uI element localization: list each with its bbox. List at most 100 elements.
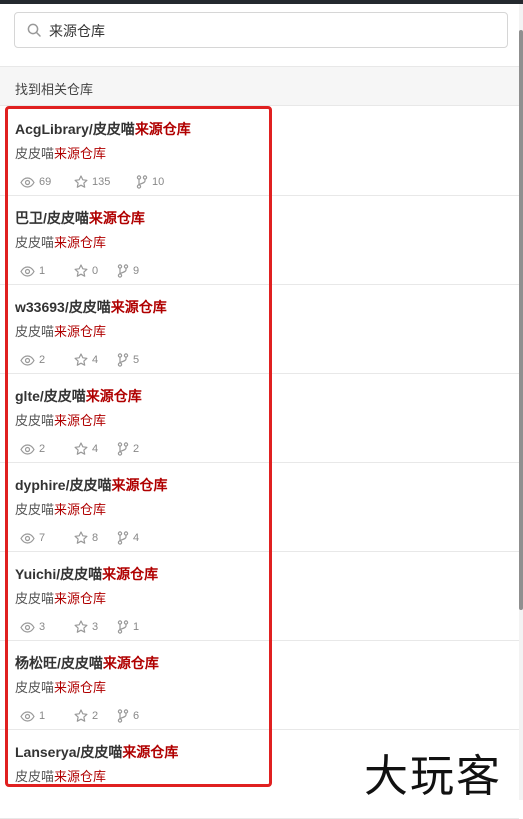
repo-description-prefix: 皮皮喵 — [15, 413, 55, 428]
fork-count: 4 — [133, 532, 140, 544]
repo-description: 皮皮喵来源仓库 — [15, 321, 106, 340]
repo-owner: glte — [15, 388, 40, 404]
repo-list-item[interactable]: dyphire/皮皮喵来源仓库 皮皮喵来源仓库 7 8 4 — [0, 463, 519, 552]
fork-stat[interactable]: 5 — [117, 352, 139, 368]
repo-description-highlight: 来源仓库 — [54, 591, 107, 606]
repo-list-item[interactable]: glte/皮皮喵来源仓库 皮皮喵来源仓库 2 4 2 — [0, 374, 519, 463]
repo-name-highlight: 来源仓库 — [85, 388, 142, 404]
fork-stat[interactable]: 6 — [117, 708, 139, 724]
repo-description-highlight: 来源仓库 — [54, 413, 107, 428]
repo-name-prefix: 皮皮喵 — [46, 210, 89, 226]
scrollbar-thumb[interactable] — [519, 30, 523, 610]
star-icon — [74, 353, 92, 367]
star-stat[interactable]: 135 — [74, 174, 110, 190]
repo-title-link[interactable]: Lanserya/皮皮喵来源仓库 — [15, 742, 178, 762]
repo-name-prefix: 皮皮喵 — [92, 121, 135, 137]
star-icon — [74, 264, 92, 278]
star-stat[interactable]: 3 — [74, 619, 98, 635]
eye-icon — [20, 354, 39, 366]
repo-title-link[interactable]: AcgLibrary/皮皮喵来源仓库 — [15, 119, 191, 139]
repo-title-link[interactable]: 巴卫/皮皮喵来源仓库 — [15, 208, 145, 228]
repo-owner: 巴卫 — [15, 210, 43, 226]
repo-list-item[interactable]: 巴卫/皮皮喵来源仓库 皮皮喵来源仓库 1 0 9 — [0, 196, 519, 285]
fork-icon — [117, 620, 133, 634]
eye-icon — [20, 176, 39, 188]
star-icon — [74, 620, 92, 634]
watch-count: 7 — [39, 532, 46, 544]
repo-title-link[interactable]: w33693/皮皮喵来源仓库 — [15, 297, 167, 317]
repo-description-highlight: 来源仓库 — [54, 146, 107, 161]
watch-count: 1 — [39, 265, 46, 277]
fork-count: 2 — [133, 443, 140, 455]
watch-count: 3 — [39, 621, 46, 633]
search-box[interactable] — [14, 12, 508, 49]
top-bar — [0, 0, 523, 4]
star-count: 0 — [92, 265, 99, 277]
search-input[interactable] — [47, 13, 501, 49]
repo-name-highlight: 来源仓库 — [102, 566, 159, 582]
star-icon — [74, 709, 92, 723]
watch-stat[interactable]: 1 — [20, 708, 45, 724]
repo-description-prefix: 皮皮喵 — [15, 146, 55, 161]
results-heading-bar: 找到相关仓库 — [0, 66, 519, 106]
repo-description-highlight: 来源仓库 — [54, 235, 107, 250]
repo-description-prefix: 皮皮喵 — [15, 769, 55, 784]
watch-count: 2 — [39, 354, 46, 366]
star-count: 135 — [92, 176, 111, 188]
star-stat[interactable]: 8 — [74, 530, 98, 546]
fork-icon — [117, 531, 133, 545]
repo-result-list: AcgLibrary/皮皮喵来源仓库 皮皮喵来源仓库 69 135 10 巴卫/皮皮喵来源… — [0, 107, 519, 819]
star-stat[interactable]: 2 — [74, 708, 98, 724]
repo-description-prefix: 皮皮喵 — [15, 502, 55, 517]
watch-stat[interactable]: 69 — [20, 174, 51, 190]
star-count: 2 — [92, 710, 99, 722]
repo-title-link[interactable]: 杨松旺/皮皮喵来源仓库 — [15, 653, 159, 673]
repo-list-item[interactable]: 杨松旺/皮皮喵来源仓库 皮皮喵来源仓库 1 2 6 — [0, 641, 519, 730]
fork-stat[interactable]: 10 — [136, 174, 164, 190]
fork-stat[interactable]: 2 — [117, 441, 139, 457]
watch-stat[interactable]: 3 — [20, 619, 45, 635]
repo-list-item[interactable]: AcgLibrary/皮皮喵来源仓库 皮皮喵来源仓库 69 135 10 — [0, 107, 519, 196]
repo-description-prefix: 皮皮喵 — [15, 235, 55, 250]
repo-description-highlight: 来源仓库 — [54, 769, 107, 784]
repo-description-highlight: 来源仓库 — [54, 680, 107, 695]
repo-name-highlight: 来源仓库 — [134, 121, 191, 137]
repo-name-highlight: 来源仓库 — [122, 744, 179, 760]
repo-description: 皮皮喵来源仓库 — [15, 143, 106, 162]
eye-icon — [20, 265, 39, 277]
fork-stat[interactable]: 9 — [117, 263, 139, 279]
repo-title-link[interactable]: Yuichi/皮皮喵来源仓库 — [15, 564, 158, 584]
watch-stat[interactable]: 2 — [20, 352, 45, 368]
star-count: 3 — [92, 621, 99, 633]
watch-stat[interactable]: 2 — [20, 441, 45, 457]
repo-list-item[interactable]: w33693/皮皮喵来源仓库 皮皮喵来源仓库 2 4 5 — [0, 285, 519, 374]
star-stat[interactable]: 4 — [74, 352, 98, 368]
repo-description: 皮皮喵来源仓库 — [15, 410, 106, 429]
repo-list-item[interactable]: Yuichi/皮皮喵来源仓库 皮皮喵来源仓库 3 3 1 — [0, 552, 519, 641]
star-stat[interactable]: 0 — [74, 263, 98, 279]
repo-name-prefix: 皮皮喵 — [80, 744, 123, 760]
fork-stat[interactable]: 1 — [117, 619, 139, 635]
repo-owner: w33693 — [15, 299, 65, 315]
repo-owner: Lanserya — [15, 744, 77, 760]
fork-stat[interactable]: 4 — [117, 530, 139, 546]
repo-name-highlight: 来源仓库 — [102, 655, 159, 671]
star-icon — [74, 531, 92, 545]
fork-icon — [117, 442, 133, 456]
watermark-logo: 大玩客 — [364, 751, 502, 802]
watch-stat[interactable]: 7 — [20, 530, 45, 546]
star-count: 4 — [92, 443, 99, 455]
search-icon — [27, 23, 41, 37]
eye-icon — [20, 621, 39, 633]
repo-title-link[interactable]: glte/皮皮喵来源仓库 — [15, 386, 142, 406]
fork-count: 9 — [133, 265, 140, 277]
eye-icon — [20, 710, 39, 722]
repo-name-prefix: 皮皮喵 — [60, 566, 103, 582]
eye-icon — [20, 532, 39, 544]
repo-title-link[interactable]: dyphire/皮皮喵来源仓库 — [15, 475, 167, 495]
fork-count: 5 — [133, 354, 140, 366]
watch-stat[interactable]: 1 — [20, 263, 45, 279]
watch-count: 1 — [39, 710, 46, 722]
repo-owner: 杨松旺 — [15, 655, 57, 671]
star-stat[interactable]: 4 — [74, 441, 98, 457]
